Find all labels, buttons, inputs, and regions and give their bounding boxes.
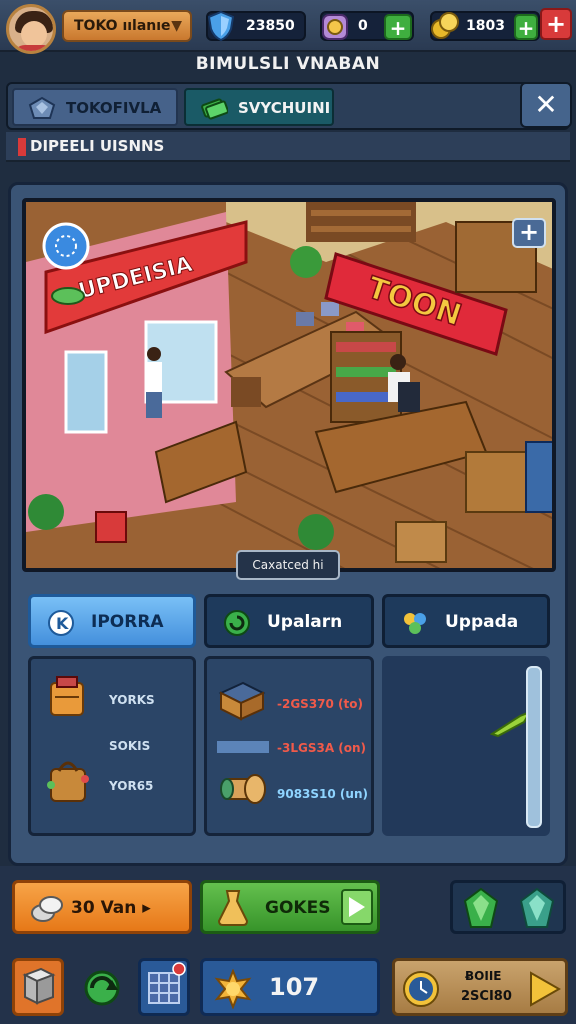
add-gem-button[interactable]: + [384, 14, 412, 40]
timer-line-1: ɃOIIE [465, 969, 502, 983]
list-item[interactable] [217, 763, 271, 813]
section-header: DIPEELI UISNNS [6, 132, 570, 162]
tab-svychuini[interactable]: SVYCHUINI [184, 88, 334, 126]
category-label: IPORRA [91, 612, 164, 632]
gem-shop-button[interactable] [450, 880, 566, 934]
coins-icon [431, 12, 459, 39]
category-label: Upalarn [267, 612, 343, 632]
tab-tokofivla[interactable]: TOKOFIVLA [12, 88, 178, 126]
grid-map-icon [148, 962, 186, 1004]
timer-line-2: 2SCI80 [461, 989, 512, 1004]
shop-scene[interactable]: UPDEISIA TOON + [22, 198, 556, 572]
tab-bar: TOKOFIVLA SVYCHUINI [6, 82, 570, 130]
category-button-uppada[interactable]: Uppada [382, 594, 550, 648]
gold-counter[interactable]: 107 [200, 958, 380, 1016]
flag-icon [18, 138, 26, 156]
gem-resource: 0 + [320, 11, 414, 41]
coin-resource: 1803 + [430, 11, 540, 41]
refresh-icon [224, 610, 250, 636]
buy-label: 30 Van ▸ [71, 898, 151, 918]
category-button-upalarn[interactable]: Upalarn [204, 594, 374, 648]
close-button[interactable]: ✕ [520, 82, 572, 128]
arrow-icon [490, 710, 530, 738]
boost-label: GOKES [265, 898, 331, 918]
list-item-text: SOKIS [109, 739, 151, 753]
package-icon [50, 676, 84, 716]
add-coin-button[interactable]: + [514, 14, 538, 40]
inventory-box-button[interactable] [12, 958, 64, 1016]
arrow-right-icon [341, 889, 373, 925]
cube-icon [22, 967, 56, 1005]
list-item-text: YORKS [109, 693, 155, 707]
clock-icon [403, 971, 439, 1007]
scene-caption: Caxatced hi [236, 550, 340, 580]
scrollbar[interactable] [526, 666, 542, 828]
shield-value: 23850 [246, 18, 295, 34]
recycle-button[interactable] [78, 958, 126, 1016]
close-icon: ✕ [534, 88, 558, 121]
svg-text:K: K [56, 614, 69, 633]
category-button-iporra[interactable]: K IPORRA [28, 594, 196, 648]
player-name: TOKO ıılanıe [74, 18, 171, 34]
category-label: Uppada [445, 612, 519, 632]
gem-value: 0 [358, 18, 368, 34]
recycle-icon [84, 970, 120, 1006]
gold-counter-value: 107 [269, 973, 320, 1001]
gem-bag-icon [322, 14, 348, 40]
inventory-list-right [382, 656, 550, 836]
list-item-text: -3LGS3A (on) [277, 741, 367, 755]
tab-label: SVYCHUINI [238, 99, 331, 117]
gems-icon [463, 887, 555, 928]
bag-icon [47, 761, 89, 802]
play-icon [530, 971, 562, 1007]
list-item-text: -2GS370 (to) [277, 697, 363, 711]
boost-button[interactable]: GOKES [200, 880, 380, 934]
shop-illustration: UPDEISIA TOON [26, 202, 552, 568]
list-item[interactable] [43, 755, 103, 811]
list-item-text: YOR65 [109, 779, 154, 793]
list-item[interactable] [45, 673, 105, 723]
coin-value: 1803 [466, 18, 505, 34]
coins-stack-icon [31, 896, 63, 922]
map-button[interactable] [138, 958, 190, 1016]
shield-resource: 23850 [206, 10, 306, 42]
player-name-dropdown[interactable]: TOKO ıılanıe ▼ [62, 10, 192, 42]
inventory-list-left: YORKS SOKIS YOR65 [28, 656, 196, 836]
timer-play-button[interactable]: ɃOIIE 2SCI80 [392, 958, 568, 1016]
page-title: BIMULSLI VNABAN [195, 54, 381, 74]
add-premium-button[interactable]: + [540, 8, 572, 40]
shield-icon [207, 10, 235, 42]
inventory-list-mid: -2GS370 (to) -3LGS3A (on) 9083S10 (un) [204, 656, 374, 836]
buy-button[interactable]: 30 Van ▸ [12, 880, 192, 934]
list-item[interactable] [217, 675, 271, 725]
section-title: DIPEELI UISNNS [30, 137, 165, 155]
sun-coin-icon [214, 969, 252, 1009]
zoom-in-button[interactable]: + [512, 218, 546, 248]
list-item-text: 9083S10 (un) [277, 787, 368, 801]
crystal-icon [28, 96, 56, 119]
pipe-icon [220, 774, 266, 804]
player-avatar[interactable] [6, 4, 56, 54]
box-icon [218, 681, 266, 721]
bar-icon [217, 741, 269, 753]
tab-label: TOKOFIVLA [66, 99, 162, 117]
chevron-down-icon: ▼ [171, 18, 182, 34]
puzzle-icon [404, 613, 426, 634]
flask-icon [217, 890, 249, 926]
cash-icon [201, 98, 228, 120]
info-icon: K [48, 610, 74, 636]
